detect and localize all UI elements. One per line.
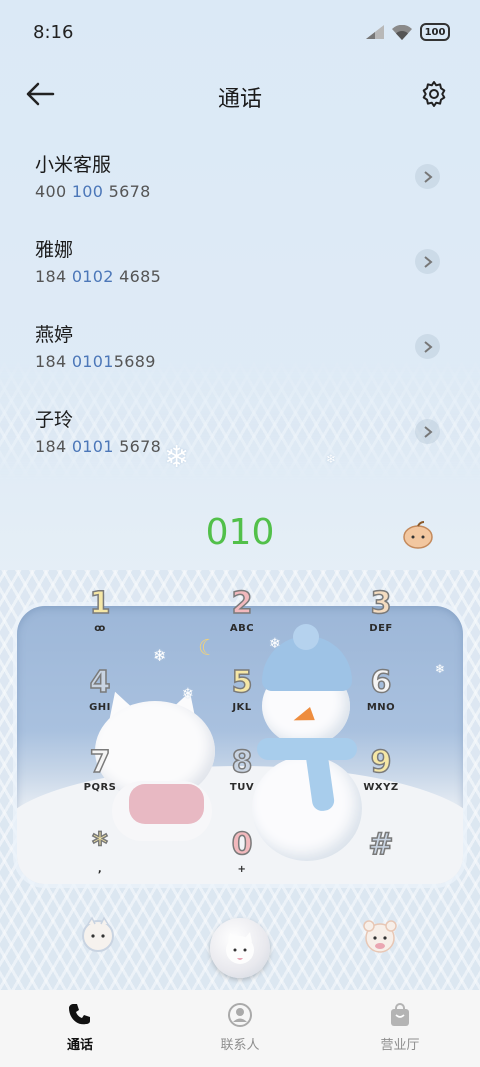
chevron-right-icon[interactable] (415, 334, 440, 359)
chevron-right-icon[interactable] (415, 164, 440, 189)
key-0[interactable]: 0 + (192, 826, 292, 896)
contact-item[interactable]: 子玲 184 0101 5678 (0, 395, 480, 480)
key-7[interactable]: 7 PQRS (50, 744, 150, 814)
kitty-call-icon (226, 932, 254, 964)
nav-label: 通话 (66, 1038, 93, 1053)
contact-name: 雅娜 (35, 239, 74, 261)
dialpad: 1 ꝏ 2 ABC 3 DEF 4 GHI 5 JKL 6 MNO 7 PQRS… (0, 580, 480, 880)
status-time: 8:16 (33, 22, 74, 43)
nav-tab-service-hall[interactable]: 营业厅 (320, 990, 480, 1067)
shopping-bag-icon (391, 1003, 409, 1026)
key-2[interactable]: 2 ABC (192, 585, 292, 655)
wifi-icon (392, 24, 412, 40)
kitty-sticker-icon[interactable] (80, 916, 116, 956)
kitty-bear-sticker-icon[interactable] (360, 916, 400, 956)
status-bar: 8:16 100 (0, 0, 480, 66)
battery-level: 100 (424, 26, 446, 38)
contact-name: 子玲 (35, 409, 74, 431)
key-6[interactable]: 6 MNO (331, 664, 431, 734)
snowflake-icon: ❄ (326, 452, 337, 466)
contact-number: 400 100 5678 (35, 182, 151, 201)
chevron-right-icon[interactable] (415, 419, 440, 444)
contact-number: 184 0101 5678 (35, 437, 162, 456)
apple-icon[interactable] (402, 520, 434, 550)
snowflake-icon: ❄ (164, 440, 190, 475)
nav-tab-contacts[interactable]: 联系人 (160, 990, 320, 1067)
battery-icon: 100 (420, 23, 450, 41)
key-5[interactable]: 5 JKL (192, 664, 292, 734)
nav-tab-calls[interactable]: 通话 (0, 990, 160, 1067)
call-button[interactable] (210, 918, 270, 978)
key-1[interactable]: 1 ꝏ (50, 585, 150, 655)
signal-icon (366, 25, 384, 39)
contact-suggestion-list: 小米客服 400 100 5678 雅娜 184 0102 4685 燕婷 18… (0, 140, 480, 480)
header: 通话 (0, 66, 480, 124)
key-hash[interactable]: # (331, 826, 431, 896)
status-icons: 100 (366, 23, 450, 41)
page-title: 通话 (217, 87, 262, 112)
key-3[interactable]: 3 DEF (331, 585, 431, 655)
key-9[interactable]: 9 WXYZ (331, 744, 431, 814)
contact-item[interactable]: 小米客服 400 100 5678 (0, 140, 480, 225)
phone-icon (69, 1004, 90, 1025)
key-4[interactable]: 4 GHI (50, 664, 150, 734)
chevron-right-icon[interactable] (415, 249, 440, 274)
bottom-navigation: 通话 联系人 营业厅 (0, 990, 480, 1067)
contact-name: 燕婷 (35, 324, 74, 346)
nav-label: 营业厅 (380, 1038, 420, 1053)
gear-icon[interactable] (420, 80, 448, 108)
key-8[interactable]: 8 TUV (192, 744, 292, 814)
person-icon (228, 1003, 252, 1027)
contact-number: 184 0102 4685 (35, 267, 162, 286)
key-star[interactable]: * , (50, 826, 150, 896)
contact-item[interactable]: 燕婷 184 01015689 (0, 310, 480, 395)
nav-label: 联系人 (220, 1038, 260, 1053)
contact-number: 184 01015689 (35, 352, 156, 371)
contact-name: 小米客服 (35, 154, 112, 176)
contact-item[interactable]: 雅娜 184 0102 4685 (0, 225, 480, 310)
